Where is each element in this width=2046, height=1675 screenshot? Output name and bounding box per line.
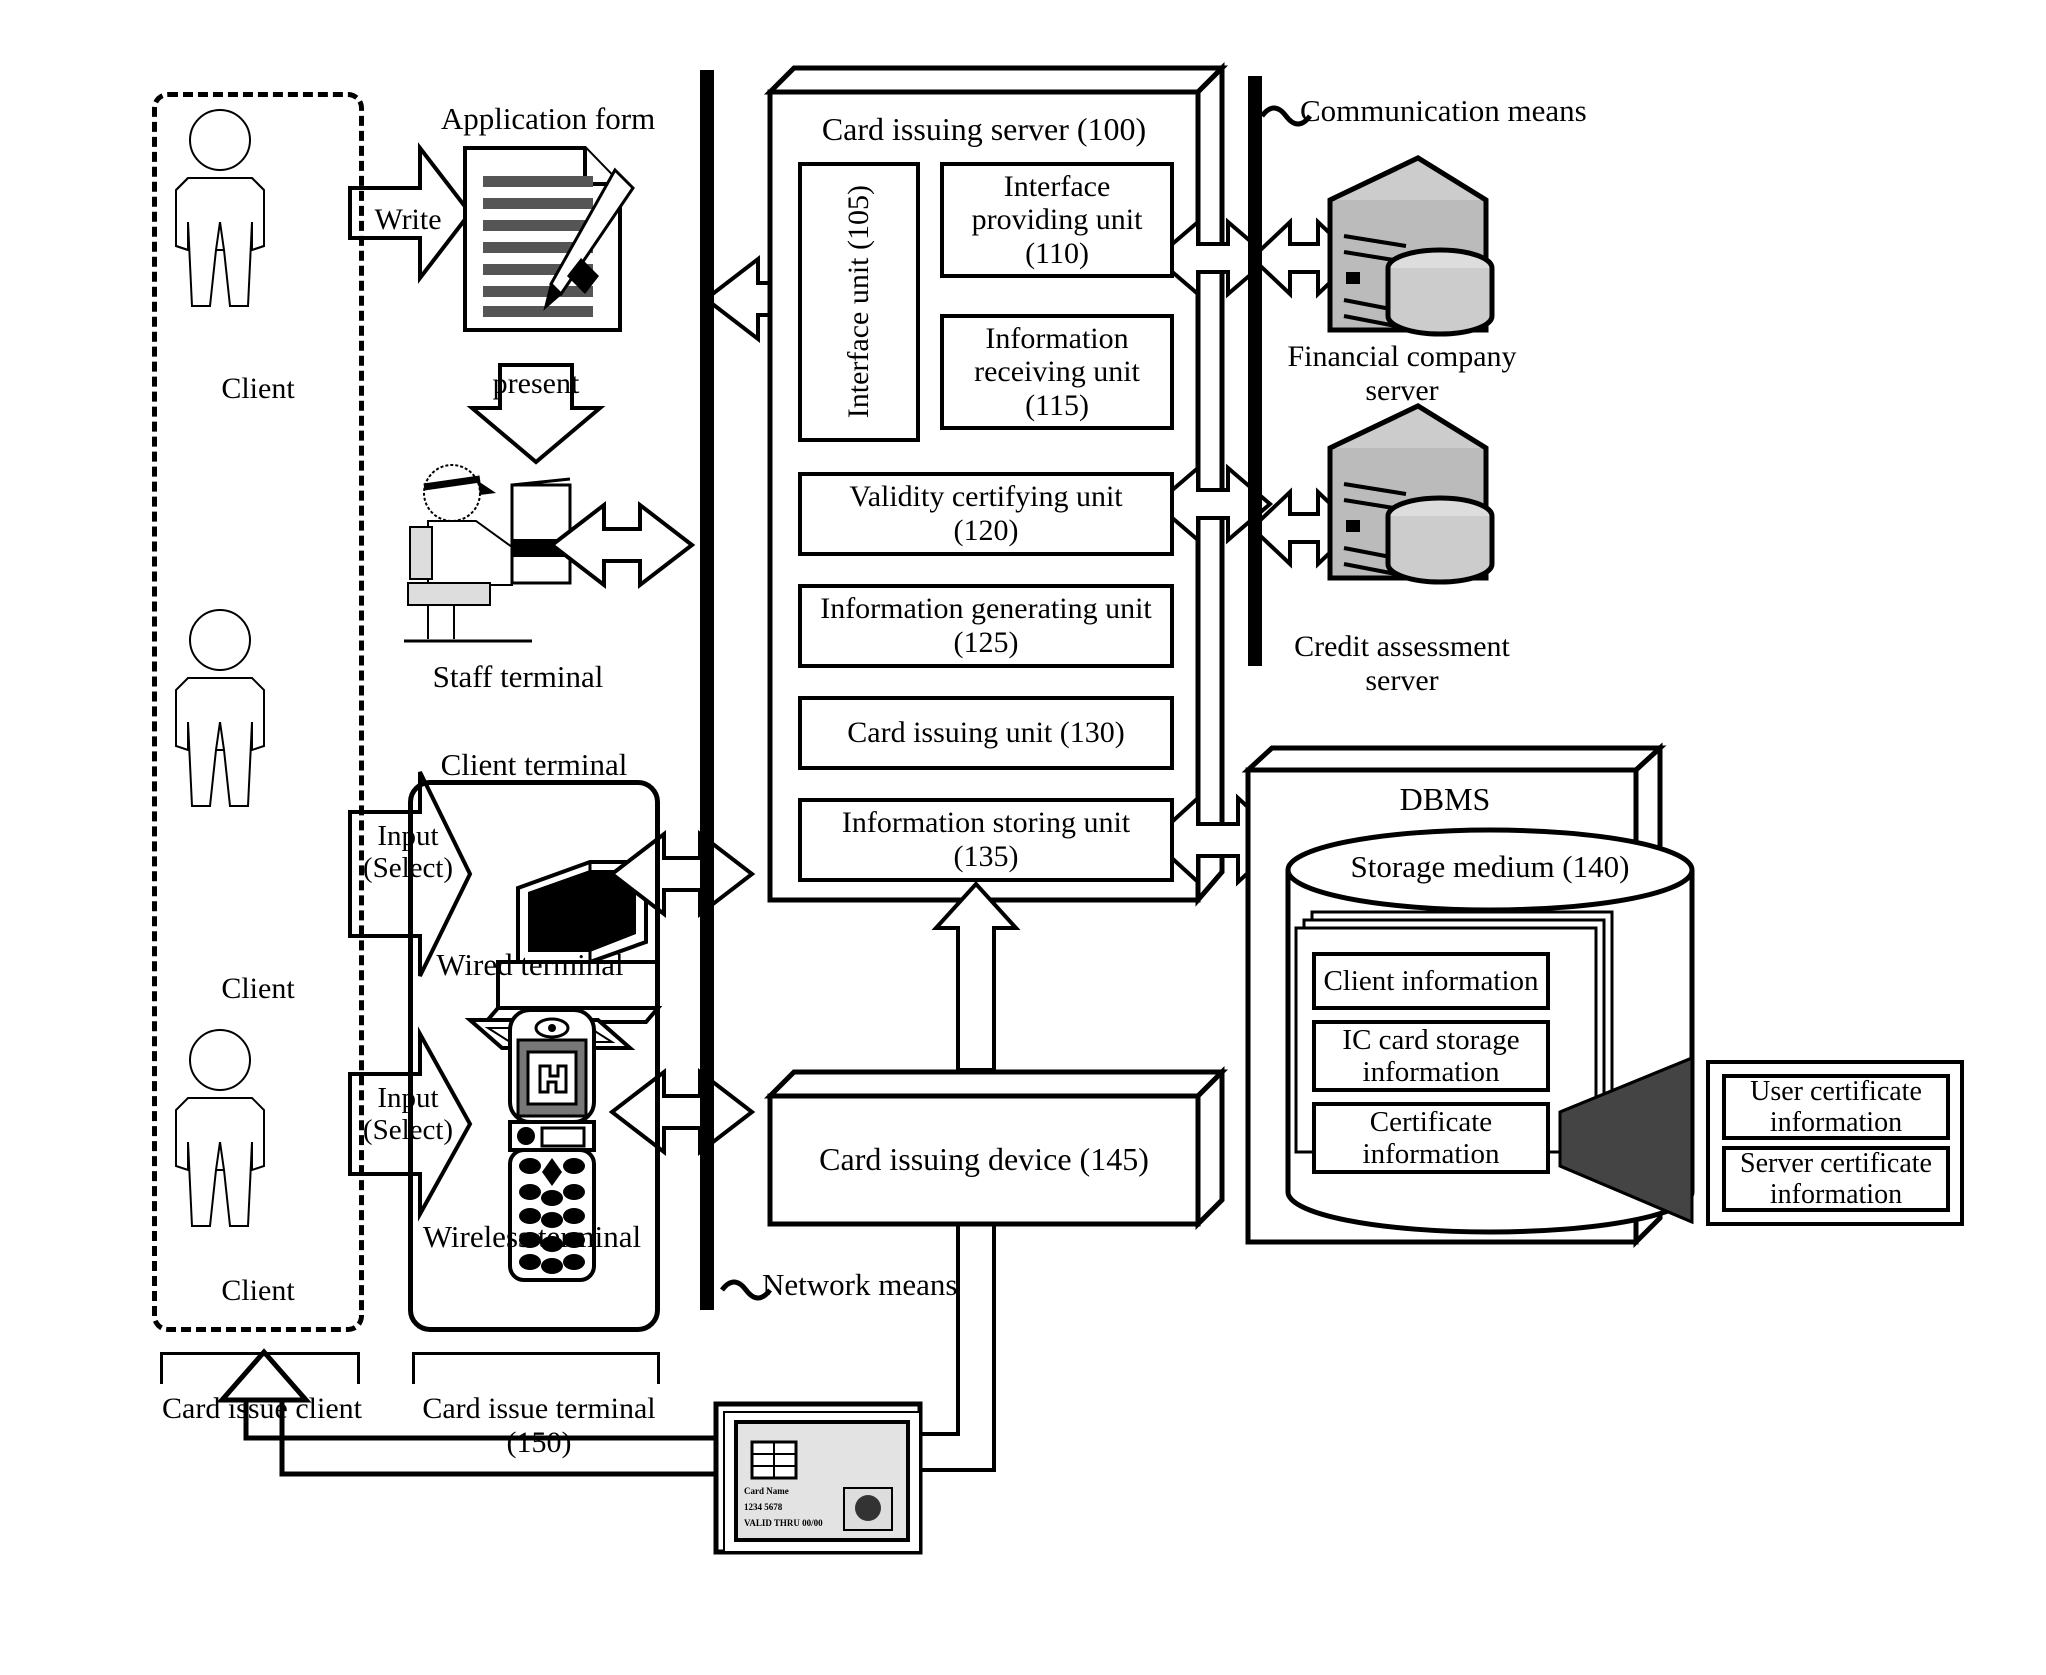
card-issuing-unit-label: Card issuing unit (130) <box>847 716 1125 750</box>
certificate-information-box[interactable]: Certificate information <box>1312 1102 1550 1174</box>
smart-card-icon <box>713 1401 923 1555</box>
credit-assessment-server-label: Credit assessment server <box>1294 630 1510 697</box>
information-receiving-unit-box[interactable]: Information receiving unit (115) <box>940 314 1174 430</box>
document-icon <box>463 146 635 332</box>
user-certificate-information-label: User certificate information <box>1750 1075 1922 1138</box>
storage-medium-label: Storage medium (140) <box>1350 849 1630 884</box>
card-issue-client-bracket <box>160 1352 360 1384</box>
card-issuing-device-label: Card issuing device (145) <box>819 1141 1149 1177</box>
information-receiving-unit-label: Information receiving unit (115) <box>974 321 1140 422</box>
financial-company-server-label: Financial company server <box>1287 340 1517 407</box>
interface-unit-label: Interface unit (105) <box>842 185 876 419</box>
staff-terminal-network-arrow <box>548 500 696 590</box>
network-means-bar <box>700 70 714 1310</box>
information-storing-unit-label: Information storing unit (135) <box>841 806 1131 873</box>
wired-terminal-label: Wired terminal <box>436 947 624 982</box>
server-certificate-information-box[interactable]: Server certificate information <box>1722 1146 1950 1212</box>
database-cylinder-icon <box>1385 247 1495 337</box>
information-storing-unit-box[interactable]: Information storing unit (135) <box>798 798 1174 882</box>
write-arrow-label: Write <box>374 203 442 236</box>
communication-means-bar <box>1248 76 1262 666</box>
staff-terminal-icon <box>404 464 574 643</box>
chip-icon <box>750 1440 798 1480</box>
information-generating-unit-label: Information generating unit (125) <box>820 592 1152 659</box>
client-label: Client <box>221 972 295 1005</box>
ic-card-storage-information-label: IC card storage information <box>1342 1023 1520 1088</box>
card-issuing-server-title: Card issuing server (100) <box>821 111 1147 147</box>
staff-terminal-label: Staff terminal <box>432 659 604 694</box>
card-issue-client-group <box>152 92 364 1332</box>
validity-certifying-unit-box[interactable]: Validity certifying unit (120) <box>798 472 1174 556</box>
validity-certifying-unit-label: Validity certifying unit (120) <box>849 480 1123 547</box>
input-select-label: Input (Select) <box>362 820 454 885</box>
card-number-text: 1234 5678 <box>744 1502 783 1512</box>
user-certificate-information-box[interactable]: User certificate information <box>1722 1074 1950 1140</box>
input-select-label: Input (Select) <box>362 1082 454 1147</box>
card-valid-thru-text: VALID THRU 00/00 <box>744 1518 823 1528</box>
network-means-label: Network means <box>762 1267 958 1302</box>
certificate-information-label: Certificate information <box>1362 1105 1500 1170</box>
client-terminal-label: Client terminal <box>440 747 628 782</box>
card-name-text: Card Name <box>744 1486 789 1496</box>
information-generating-unit-box[interactable]: Information generating unit (125) <box>798 584 1174 668</box>
present-arrow-label: present <box>492 367 580 400</box>
ic-card-storage-information-box[interactable]: IC card storage information <box>1312 1020 1550 1092</box>
application-form-label: Application form <box>440 101 656 136</box>
server-tower-icon <box>1327 155 1495 337</box>
card-issuing-unit-box[interactable]: Card issuing unit (130) <box>798 696 1174 770</box>
device-server-arrow <box>931 881 1021 1072</box>
client-information-label: Client information <box>1323 964 1539 997</box>
card-issue-terminal-bracket <box>412 1352 660 1384</box>
interface-unit-box[interactable]: Interface unit (105) <box>798 162 920 442</box>
interface-providing-unit-box[interactable]: Interface providing unit (110) <box>940 162 1174 278</box>
client-label: Client <box>221 1274 295 1307</box>
card-issue-terminal-label: Card issue terminal (150) <box>422 1392 656 1459</box>
figure-canvas: Client Client Client Application form Wr… <box>0 0 2046 1675</box>
client-label: Client <box>221 372 295 405</box>
interface-providing-unit-label: Interface providing unit (110) <box>971 169 1143 270</box>
client-information-box[interactable]: Client information <box>1312 952 1550 1010</box>
wireless-terminal-label: Wireless terminal <box>422 1219 642 1254</box>
database-cylinder-icon <box>1385 495 1495 585</box>
server-tower-icon <box>1327 403 1495 585</box>
communication-means-label: Communication means <box>1300 93 1587 128</box>
device-card-pipe <box>912 1224 996 1472</box>
dbms-title: DBMS <box>1399 781 1491 817</box>
server-certificate-information-label: Server certificate information <box>1740 1147 1932 1210</box>
card-issue-client-label: Card issue client <box>162 1392 362 1425</box>
